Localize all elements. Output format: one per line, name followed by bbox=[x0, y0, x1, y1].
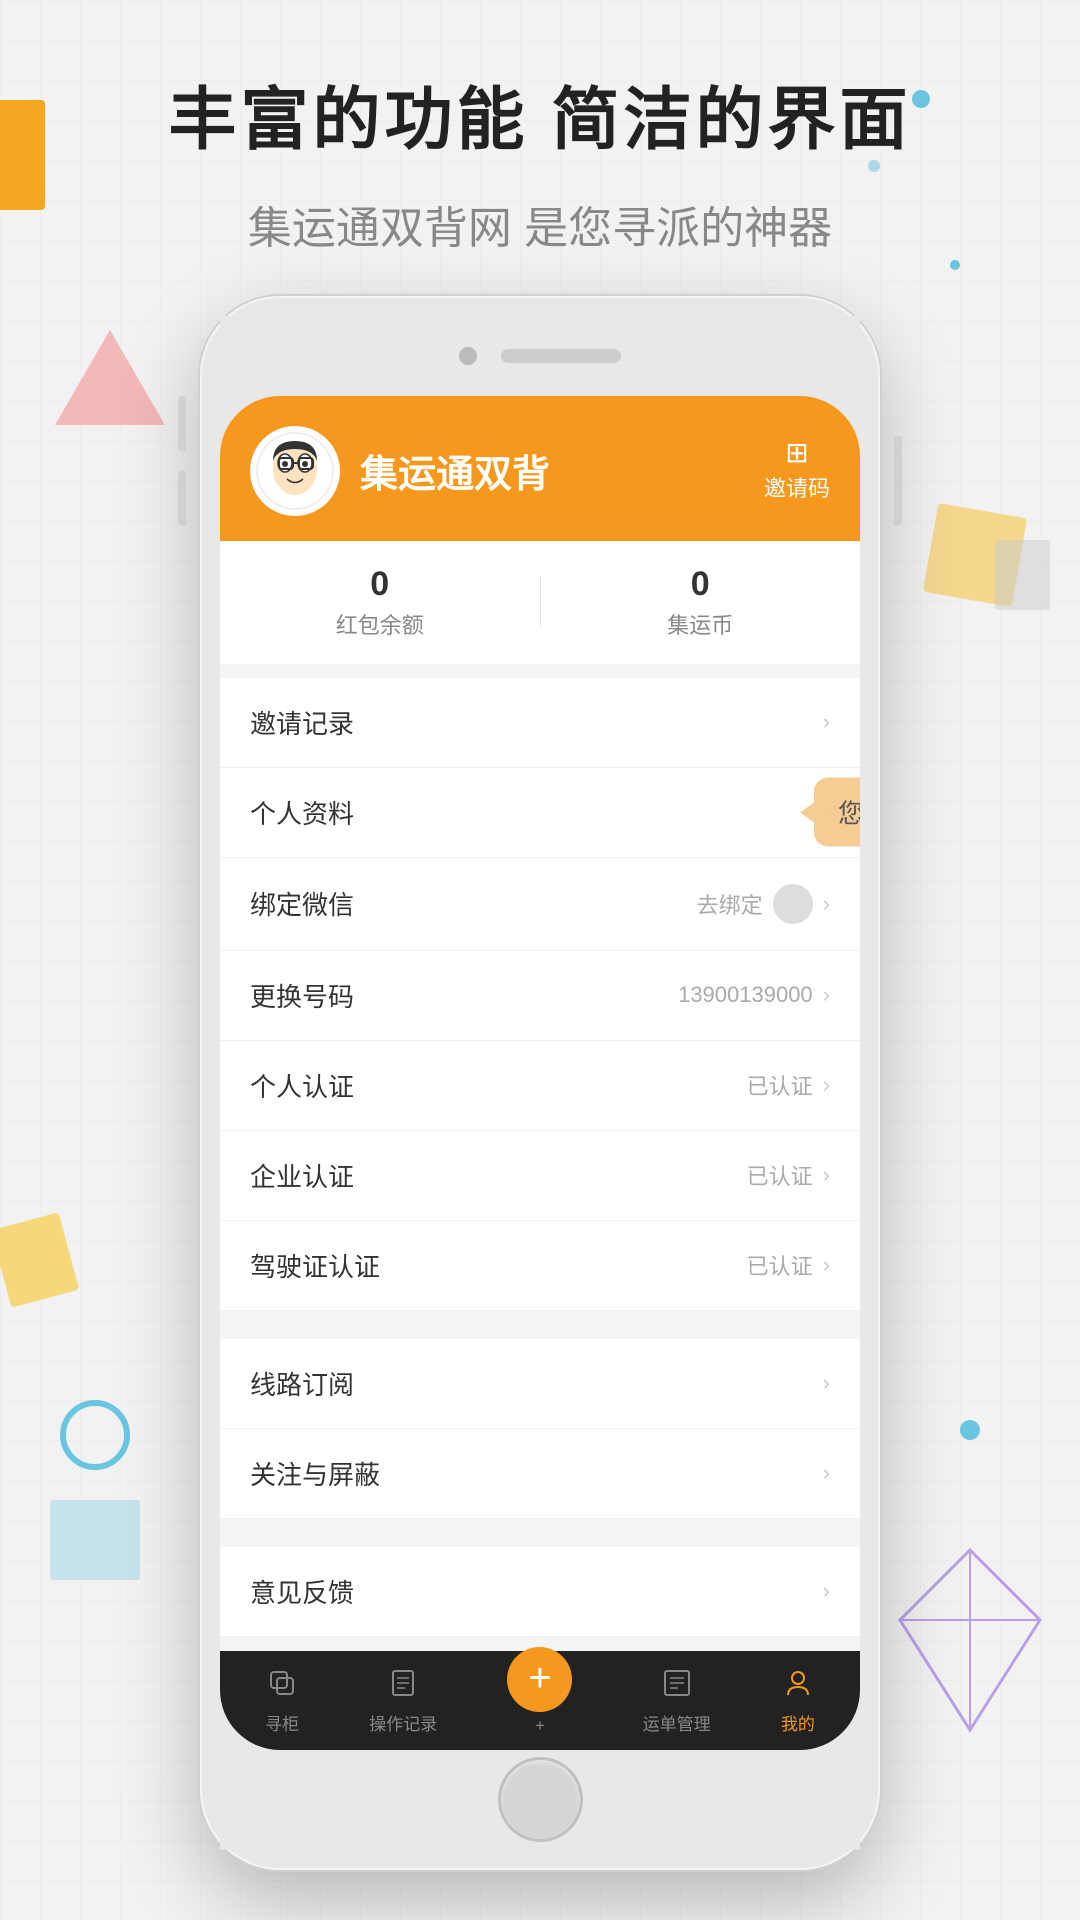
top-section: 丰富的功能 简洁的界面 集运通双背网 是您寻派的神器 bbox=[0, 0, 1080, 256]
nav-search-icon bbox=[267, 1668, 297, 1706]
menu-item-driver-cert[interactable]: 驾驶证认证 已认证 › bbox=[220, 1221, 860, 1311]
nav-records-icon bbox=[388, 1668, 418, 1706]
menu-label-invite: 邀请记录 bbox=[250, 704, 354, 741]
menu-value-driver-cert: 已认证 bbox=[747, 1249, 813, 1281]
menu-gap-1 bbox=[220, 1311, 860, 1325]
nav-item-waybill[interactable]: 运单管理 bbox=[643, 1668, 711, 1735]
sub-title: 集运通双背网 是您寻派的神器 bbox=[0, 192, 1080, 256]
menu-right-phone: 13900139000 › bbox=[678, 982, 830, 1008]
menu-label-feedback: 意见反馈 bbox=[250, 1573, 354, 1610]
nav-item-add[interactable]: + + bbox=[507, 1667, 572, 1736]
menu-right-personal-cert: 已认证 › bbox=[747, 1069, 830, 1101]
menu-right-follow: › bbox=[823, 1460, 830, 1486]
app-header: 集运通双背 ⊞ 邀请码 bbox=[220, 396, 860, 541]
menu-right-feedback: › bbox=[823, 1578, 830, 1604]
chevron-icon: › bbox=[823, 709, 830, 735]
menu-label-driver-cert: 驾驶证认证 bbox=[250, 1247, 380, 1284]
avatar bbox=[250, 426, 340, 516]
phone-speaker bbox=[501, 349, 621, 363]
menu-label-profile: 个人资料 bbox=[250, 794, 354, 831]
chevron-icon-personal-cert: › bbox=[823, 1072, 830, 1098]
phone-power-btn bbox=[894, 436, 902, 526]
menu-value-wechat: 去绑定 bbox=[697, 888, 763, 920]
nav-mine-icon bbox=[783, 1668, 813, 1706]
chevron-icon-wechat: › bbox=[823, 891, 830, 917]
app-screen: 集运通双背 ⊞ 邀请码 0 红包余额 bbox=[220, 396, 860, 1750]
menu-right-wechat: 去绑定 › bbox=[697, 884, 830, 924]
home-button[interactable] bbox=[498, 1757, 583, 1842]
phone-top-bar bbox=[220, 316, 860, 396]
menu-list-2: 线路订阅 › 关注与屏蔽 › bbox=[220, 1339, 860, 1519]
menu-label-company-cert: 企业认证 bbox=[250, 1157, 354, 1194]
stat-hongbao: 0 红包余额 bbox=[220, 565, 540, 640]
nav-label-mine: 我的 bbox=[781, 1710, 815, 1735]
menu-item-invite[interactable]: 邀请记录 › bbox=[220, 678, 860, 768]
jiyun-label: 集运币 bbox=[541, 608, 861, 640]
menu-item-profile[interactable]: 个人资料 › 您所要的都在这里 bbox=[220, 768, 860, 858]
phone-bottom-bar bbox=[220, 1750, 860, 1850]
nav-label-records: 操作记录 bbox=[369, 1710, 437, 1735]
menu-gap-2 bbox=[220, 1519, 860, 1533]
menu-item-wechat[interactable]: 绑定微信 去绑定 › bbox=[220, 858, 860, 951]
menu-right-company-cert: 已认证 › bbox=[747, 1159, 830, 1191]
menu-value-phone: 13900139000 bbox=[678, 982, 813, 1008]
nav-waybill-icon bbox=[662, 1668, 692, 1706]
menu-item-feedback[interactable]: 意见反馈 › bbox=[220, 1547, 860, 1637]
chevron-icon-follow: › bbox=[823, 1460, 830, 1486]
phone-camera bbox=[459, 347, 477, 365]
tooltip-bubble: 您所要的都在这里 bbox=[814, 778, 860, 847]
menu-right-driver-cert: 已认证 › bbox=[747, 1249, 830, 1281]
chevron-icon-feedback: › bbox=[823, 1578, 830, 1604]
invite-code-btn[interactable]: ⊞ 邀请码 bbox=[764, 439, 830, 503]
stats-bar: 0 红包余额 0 集运币 bbox=[220, 541, 860, 664]
menu-label-personal-cert: 个人认证 bbox=[250, 1067, 354, 1104]
nav-add-icon: + bbox=[528, 1658, 551, 1698]
menu-item-personal-cert[interactable]: 个人认证 已认证 › bbox=[220, 1041, 860, 1131]
wechat-avatar bbox=[773, 884, 813, 924]
phone-volume-btn-1 bbox=[178, 396, 186, 451]
nav-label-search: 寻柜 bbox=[265, 1710, 299, 1735]
phone-volume-btn-2 bbox=[178, 471, 186, 526]
menu-item-route[interactable]: 线路订阅 › bbox=[220, 1339, 860, 1429]
nav-item-search[interactable]: 寻柜 bbox=[265, 1668, 299, 1735]
qr-icon: ⊞ bbox=[785, 439, 808, 467]
phone-mockup: 集运通双背 ⊞ 邀请码 0 红包余额 bbox=[200, 296, 880, 1870]
chevron-icon-company-cert: › bbox=[823, 1162, 830, 1188]
menu-item-follow[interactable]: 关注与屏蔽 › bbox=[220, 1429, 860, 1519]
chevron-icon-route: › bbox=[823, 1370, 830, 1396]
menu-right-invite: › bbox=[823, 709, 830, 735]
menu-label-phone: 更换号码 bbox=[250, 977, 354, 1014]
hongbao-value: 0 bbox=[220, 565, 540, 604]
menu-label-follow: 关注与屏蔽 bbox=[250, 1455, 380, 1492]
chevron-icon-phone: › bbox=[823, 982, 830, 1008]
menu-value-personal-cert: 已认证 bbox=[747, 1069, 813, 1101]
nav-label-add: + bbox=[535, 1716, 545, 1736]
menu-list: 邀请记录 › 个人资料 › 您所要的都在这里 bbox=[220, 678, 860, 1311]
nav-item-records[interactable]: 操作记录 bbox=[369, 1668, 437, 1735]
app-header-left: 集运通双背 bbox=[250, 426, 550, 516]
menu-item-phone[interactable]: 更换号码 13900139000 › bbox=[220, 951, 860, 1041]
nav-add-btn[interactable]: + bbox=[507, 1647, 572, 1712]
stat-jiyun: 0 集运币 bbox=[541, 565, 861, 640]
menu-item-company-cert[interactable]: 企业认证 已认证 › bbox=[220, 1131, 860, 1221]
hongbao-label: 红包余额 bbox=[220, 608, 540, 640]
menu-label-wechat: 绑定微信 bbox=[250, 885, 354, 922]
invite-label: 邀请码 bbox=[764, 471, 830, 503]
menu-right-route: › bbox=[823, 1370, 830, 1396]
menu-list-3: 意见反馈 › bbox=[220, 1547, 860, 1637]
app-name-label: 集运通双背 bbox=[360, 443, 550, 498]
jiyun-value: 0 bbox=[541, 565, 861, 604]
nav-label-waybill: 运单管理 bbox=[643, 1710, 711, 1735]
menu-value-company-cert: 已认证 bbox=[747, 1159, 813, 1191]
chevron-icon-driver-cert: › bbox=[823, 1252, 830, 1278]
bottom-nav: 寻柜 操作记录 bbox=[220, 1651, 860, 1750]
main-title: 丰富的功能 简洁的界面 bbox=[0, 80, 1080, 162]
menu-label-route: 线路订阅 bbox=[250, 1365, 354, 1402]
nav-item-mine[interactable]: 我的 bbox=[781, 1668, 815, 1735]
